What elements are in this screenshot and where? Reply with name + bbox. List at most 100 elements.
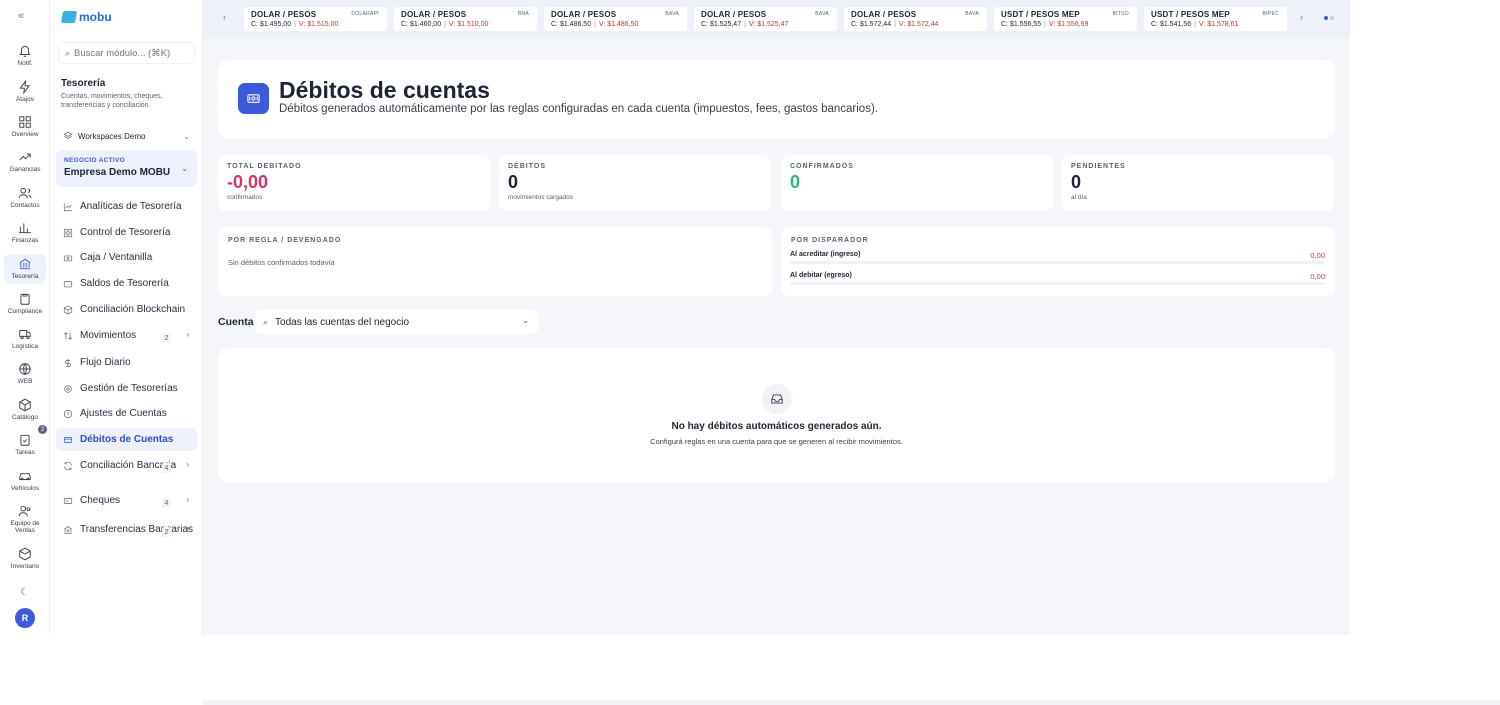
menu-item-label: Cheques — [80, 495, 121, 506]
rail-item-ganancias[interactable]: Ganancias — [4, 150, 46, 182]
module-search-input[interactable] — [74, 47, 190, 59]
module-search[interactable]: ⌕ — [58, 42, 195, 64]
panel-title: POR REGLA / DEVENGADO — [228, 237, 342, 244]
rail-item-contactos[interactable]: Contactos — [4, 186, 46, 218]
dark-mode-icon[interactable]: ☾ — [20, 587, 29, 598]
rail-item-finanzas[interactable]: Finanzas — [4, 221, 46, 253]
kpi-value: 0 — [508, 172, 519, 192]
clock-icon — [63, 409, 73, 419]
avatar[interactable]: R — [15, 608, 35, 628]
menu-item-gestion[interactable]: Gestión de Tesorerías — [56, 383, 197, 395]
logo[interactable]: mobu — [60, 10, 112, 24]
rail-item-web[interactable]: WEB — [4, 362, 46, 394]
rate-card: USDT / PESOS MEP BITSO C: $1.556,55 | V: $… — [994, 7, 1137, 31]
rail-item-label: Inventario — [10, 563, 40, 570]
clipboard-check-icon — [20, 434, 30, 446]
kpi-total-debitado: TOTAL DEBITADO -0,00 confirmados — [218, 155, 490, 211]
debit-icon — [238, 83, 269, 114]
rail-item-compliance[interactable]: Compliance — [4, 292, 46, 324]
bar-chart-icon — [19, 223, 31, 234]
rail-item-vehiculos[interactable]: Vehículos — [4, 469, 46, 501]
cube-icon — [19, 398, 31, 412]
menu-item-transferencias[interactable]: Transferencias Bancarias 2 › — [56, 524, 197, 537]
workspace-name: Workspaces Demo — [78, 131, 146, 141]
kpi-title: TOTAL DEBITADO — [227, 163, 302, 170]
bank-icon — [19, 258, 31, 270]
chevron-right-icon[interactable]: › — [186, 330, 189, 339]
rail-item-label: Equipo de Ventas — [10, 520, 40, 534]
menu-item-analiticas[interactable]: Analíticas de Tesorería — [56, 201, 197, 213]
horizontal-scrollbar[interactable] — [203, 700, 1500, 705]
rail-item-label: Notif. — [17, 60, 33, 67]
active-business-selector[interactable]: NEGOCIO ACTIVO Empresa Demo MOBU ⌄ — [56, 150, 197, 187]
workspace-selector[interactable]: Workspaces Demo ⌄ — [58, 128, 198, 144]
ticker-prev-icon[interactable]: ‹ — [223, 12, 226, 22]
menu-item-caja[interactable]: Caja / Ventanilla — [56, 252, 197, 264]
account-filter-value: Todas las cuentas del negocio — [275, 316, 410, 328]
account-filter-select[interactable]: ⌕ Todas las cuentas del negocio ⌄ — [255, 310, 538, 334]
rate-buy: C: $1.495,00 — [251, 21, 292, 28]
rail-item-notif[interactable]: Notif. — [4, 44, 46, 76]
rail-item-label: WEB — [17, 378, 33, 385]
chevron-right-icon[interactable]: › — [186, 460, 189, 469]
menu-item-label: Control de Tesorería — [80, 227, 171, 238]
menu-item-flujo[interactable]: Flujo Diario — [56, 357, 197, 369]
menu-item-label: Transferencias Bancarias — [80, 524, 194, 535]
grid-icon — [19, 116, 31, 128]
rate-source: BAVA — [965, 11, 979, 17]
menu-item-label: Saldos de Tesorería — [80, 278, 169, 289]
ticker-next-icon[interactable]: › — [1300, 12, 1303, 22]
rail-item-atajos[interactable]: Atajos — [4, 80, 46, 112]
box-icon — [19, 330, 31, 340]
logo-text: mobu — [79, 10, 112, 24]
menu-item-ajustes[interactable]: Ajustes de Cuentas — [56, 408, 197, 420]
menu-item-blockchain[interactable]: Conciliación Blockchain — [56, 304, 197, 316]
rate-source: BAVA — [815, 11, 829, 17]
page-subtitle: Débitos generados automáticamente por la… — [279, 103, 878, 115]
rail-item-equipo-ventas[interactable]: Equipo de Ventas — [4, 504, 46, 538]
page-header: Débitos de cuentas Débitos generados aut… — [218, 60, 1335, 138]
rate-sell: V: $1.556,69 — [1048, 21, 1089, 28]
kpi-title: CONFIRMADOS — [790, 163, 854, 170]
rate-quotes: C: $1.495,00 | V: $1.515,00 — [251, 21, 339, 28]
search-icon: ⌕ — [263, 316, 269, 327]
menu-item-conciliacion-bancaria[interactable]: Conciliación Bancaria 4 › — [56, 460, 197, 473]
rail-item-tareas[interactable]: Tareas — [4, 433, 46, 465]
page-title: Débitos de cuentas — [279, 77, 490, 103]
ticker-pagination[interactable] — [1324, 16, 1334, 20]
wallet-icon — [63, 281, 73, 288]
rail-item-label: Overview — [11, 131, 39, 138]
menu-item-control[interactable]: Control de Tesorería — [56, 227, 197, 239]
clipboard-icon — [20, 293, 30, 305]
chart-line-icon — [63, 203, 72, 212]
menu-item-saldos[interactable]: Saldos de Tesorería — [56, 278, 197, 290]
collapse-rail-icon[interactable]: « — [18, 10, 24, 22]
menu-item-label: Conciliación Blockchain — [80, 304, 186, 315]
rail-item-overview[interactable]: Overview — [4, 115, 46, 147]
chevron-right-icon[interactable]: › — [186, 524, 189, 533]
chevron-down-icon: ⌄ — [181, 164, 188, 173]
rail-item-tesoreria[interactable]: Tesorería — [4, 254, 46, 284]
rate-sell: V: $1.486,50 — [598, 21, 639, 28]
grid-icon — [63, 228, 73, 238]
arrows-updown-icon — [64, 332, 72, 340]
bell-icon — [19, 45, 31, 57]
kpi-title: PENDIENTES — [1071, 163, 1126, 170]
chevron-right-icon[interactable]: › — [186, 495, 189, 504]
gear-icon — [64, 385, 72, 393]
rail-item-inventario[interactable]: Inventario — [4, 547, 46, 579]
rate-card: DOLAR / PESOS BNA C: $1.460,00 | V: $1.510… — [394, 7, 537, 31]
rail-item-logistica[interactable]: Logística — [4, 327, 46, 359]
rail-item-catalogo[interactable]: Catálogo 2 — [4, 398, 47, 434]
rate-sell: V: $1.572,44 — [898, 21, 939, 28]
chevron-down-icon: ⌄ — [183, 131, 190, 141]
rate-sell: V: $1.510,00 — [448, 21, 489, 28]
menu-item-cheques[interactable]: Cheques 4 › — [56, 495, 197, 508]
rail-item-label: Atajos — [15, 96, 35, 103]
menu-item-debitos[interactable]: Débitos de Cuentas — [56, 428, 197, 451]
trigger-value: 0,00 — [1310, 272, 1325, 281]
menu-item-count: 4 — [162, 463, 171, 473]
rate-quotes: C: $1.572,44 | V: $1.572,44 — [851, 21, 939, 28]
kpi-note: confirmados — [227, 194, 263, 201]
menu-item-movimientos[interactable]: Movimientos 2 › — [56, 330, 197, 343]
